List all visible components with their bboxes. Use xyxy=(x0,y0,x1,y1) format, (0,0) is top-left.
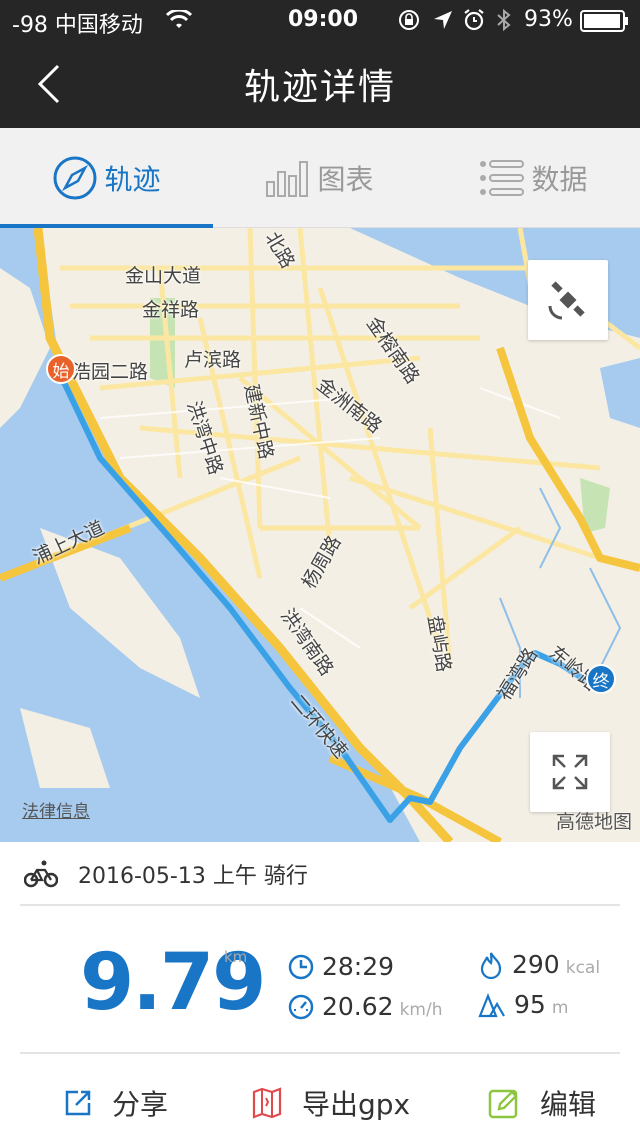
share-icon xyxy=(65,1090,91,1116)
clock-icon xyxy=(288,954,314,979)
battery-icon xyxy=(580,10,628,32)
export-label: 导出gpx xyxy=(302,1088,411,1121)
elevation-unit: m xyxy=(551,997,569,1018)
duration-stat: 28:29 xyxy=(288,952,394,981)
speed-unit: km/h xyxy=(399,999,443,1020)
share-label: 分享 xyxy=(112,1088,169,1121)
alarm-icon xyxy=(464,9,484,31)
bar-chart-icon xyxy=(266,161,309,197)
legal-info-link[interactable]: 法律信息 xyxy=(22,797,90,822)
satellite-icon xyxy=(548,281,585,320)
expand-icon xyxy=(552,754,588,790)
bicycle-icon xyxy=(24,860,58,888)
export-gpx-button[interactable]: 导出gpx xyxy=(252,1078,410,1128)
ride-header: 2016-05-13 上午 骑行 xyxy=(24,856,308,892)
speed-value: 20.62 xyxy=(322,992,394,1021)
tab-track-label: 轨迹 xyxy=(104,163,161,196)
mountain-icon xyxy=(478,992,505,1017)
compass-icon xyxy=(53,156,97,200)
flame-icon xyxy=(480,951,502,979)
map-provider-logo: 高德地图 xyxy=(555,811,632,833)
calories-value: 290 xyxy=(512,950,560,979)
satellite-layer-button[interactable] xyxy=(528,260,608,340)
tab-chart-label: 图表 xyxy=(317,163,374,196)
location-icon xyxy=(434,11,452,29)
tab-data[interactable]: 数据 xyxy=(427,128,640,228)
road-label: 金山大道 xyxy=(125,265,202,287)
speedometer-icon xyxy=(288,994,314,1019)
status-bar: -98 中国移动 09:00 93% xyxy=(0,0,640,40)
ride-summary: 2016-05-13 上午 骑行 9.79 km 28:29 20.62 km/… xyxy=(0,842,640,1136)
wifi-icon xyxy=(166,10,192,28)
rotation-lock-icon xyxy=(399,10,419,30)
tab-chart[interactable]: 图表 xyxy=(213,128,426,228)
elevation-value: 95 xyxy=(514,990,546,1019)
page-title: 轨迹详情 xyxy=(243,67,396,108)
map-icon xyxy=(252,1087,282,1119)
calories-stat: 290 kcal xyxy=(478,950,600,979)
map-view[interactable]: 金山大道 金祥路 卢滨路 浩园二路 洪湾中路 建新中路 金洲南路 金榕南路 杨周… xyxy=(0,228,640,842)
elevation-stat: 95 m xyxy=(478,990,568,1019)
road-label: 金祥路 xyxy=(142,299,200,321)
road-label: 卢滨路 xyxy=(184,349,242,371)
fullscreen-button[interactable] xyxy=(530,732,610,812)
distance-unit: km xyxy=(224,948,248,966)
duration-value: 28:29 xyxy=(322,952,395,981)
bluetooth-icon xyxy=(497,8,511,32)
tab-bar: 轨迹 图表 数据 xyxy=(0,128,640,228)
status-time: 09:00 xyxy=(288,7,359,32)
battery-percent: 93% xyxy=(524,7,573,32)
ride-date: 2016-05-13 上午 骑行 xyxy=(78,864,308,889)
divider xyxy=(20,1052,620,1054)
road-label: 浩园二路 xyxy=(72,361,149,383)
end-marker[interactable]: 终 xyxy=(586,664,616,694)
speed-stat: 20.62 km/h xyxy=(288,992,443,1021)
nav-bar: 轨迹详情 xyxy=(0,40,640,128)
edit-button[interactable]: 编辑 xyxy=(488,1078,596,1128)
calories-unit: kcal xyxy=(565,957,601,978)
carrier-signal: -98 中国移动 xyxy=(12,13,143,38)
share-button[interactable]: 分享 xyxy=(64,1078,168,1128)
list-icon xyxy=(480,160,525,196)
tab-track[interactable]: 轨迹 xyxy=(0,128,213,228)
start-marker[interactable]: 始 xyxy=(46,354,76,384)
divider xyxy=(20,904,620,906)
edit-label: 编辑 xyxy=(540,1088,597,1121)
edit-icon xyxy=(488,1089,518,1119)
tab-data-label: 数据 xyxy=(531,163,588,196)
